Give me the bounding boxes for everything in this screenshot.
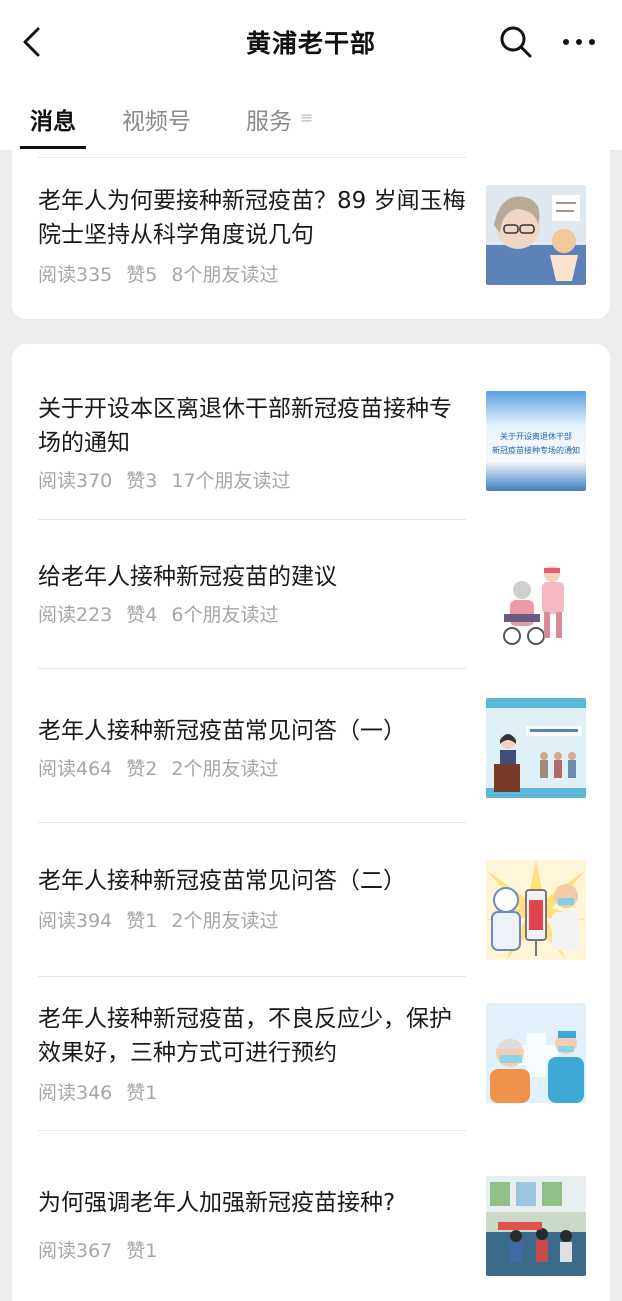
article-title: 老年人接种新冠疫苗，不良反应少，保护效果好，三种方式可进行预约	[38, 1006, 452, 1066]
active-tab-indicator	[20, 146, 86, 149]
read-count: 阅读464	[38, 758, 113, 780]
friends-read: 2个朋友读过	[171, 910, 279, 932]
article-stats: 阅读464 赞2 2个朋友读过	[38, 754, 292, 781]
more-dots-icon	[563, 39, 595, 45]
thumbnail-caption: 关于开设离退休干部	[500, 431, 572, 441]
divider	[38, 976, 466, 977]
like-count: 赞4	[126, 604, 158, 626]
article-thumbnail	[486, 1176, 586, 1276]
friends-read: 17个朋友读过	[171, 470, 291, 492]
tab-messages[interactable]: 消息	[30, 102, 76, 136]
message-card: 关于开设本区离退休干部新冠疫苗接种专场的通知 阅读370 赞3 17个朋友读过 关于…	[12, 344, 610, 1301]
read-count: 阅读335	[38, 264, 113, 286]
tab-services[interactable]: 服务	[246, 102, 292, 136]
friends-read: 2个朋友读过	[171, 758, 279, 780]
friends-read: 6个朋友读过	[171, 604, 279, 626]
read-count: 阅读367	[38, 1240, 113, 1262]
article-stats: 阅读394 赞1 2个朋友读过	[38, 906, 292, 933]
article-thumbnail	[486, 1003, 586, 1103]
read-count: 阅读223	[38, 604, 113, 626]
article-thumbnail	[486, 698, 586, 798]
article-title: 老年人接种新冠疫苗常见问答（二）	[38, 868, 406, 894]
divider	[38, 157, 466, 158]
search-button[interactable]	[498, 24, 534, 60]
article-title: 关于开设本区离退休干部新冠疫苗接种专场的通知	[38, 396, 452, 456]
thumbnail-caption: 新冠疫苗接种专场的通知	[492, 445, 580, 455]
divider	[38, 668, 466, 669]
read-count: 阅读394	[38, 910, 113, 932]
like-count: 赞3	[126, 470, 158, 492]
tab-channels[interactable]: 视频号	[122, 102, 191, 136]
like-count: 赞1	[126, 1082, 158, 1104]
article-stats: 阅读370 赞3 17个朋友读过	[38, 466, 305, 493]
like-count: 赞5	[126, 264, 158, 286]
article-thumbnail	[486, 860, 586, 960]
friends-read: 8个朋友读过	[171, 264, 279, 286]
search-icon	[500, 26, 532, 58]
article-thumbnail	[486, 185, 586, 285]
article-thumbnail	[486, 550, 586, 650]
like-count: 赞1	[126, 910, 158, 932]
article-title: 老年人接种新冠疫苗常见问答（一）	[38, 718, 406, 744]
article-stats: 阅读335 赞5 8个朋友读过	[38, 260, 292, 287]
like-count: 赞1	[126, 1240, 158, 1262]
more-button[interactable]	[560, 30, 600, 54]
divider	[38, 519, 466, 520]
article-stats: 阅读223 赞4 6个朋友读过	[38, 600, 292, 627]
article-title: 老年人为何要接种新冠疫苗？89 岁闻玉梅院士坚持从科学角度说几句	[38, 188, 466, 248]
tab-bar: 消息 视频号 服务 ≡	[0, 86, 622, 151]
read-count: 阅读346	[38, 1082, 113, 1104]
top-bar: 黄浦老干部	[0, 0, 622, 86]
like-count: 赞2	[126, 758, 158, 780]
message-card: 老年人为何要接种新冠疫苗？89 岁闻玉梅院士坚持从科学角度说几句 阅读335 赞5…	[12, 150, 610, 319]
article-title: 给老年人接种新冠疫苗的建议	[38, 564, 337, 590]
divider	[38, 822, 466, 823]
menu-icon[interactable]: ≡	[300, 108, 313, 127]
divider	[38, 1130, 466, 1131]
article-title: 为何强调老年人加强新冠疫苗接种?	[38, 1190, 396, 1216]
article-thumbnail: 关于开设离退休干部 新冠疫苗接种专场的通知	[486, 391, 586, 491]
article-stats: 阅读346 赞1	[38, 1078, 171, 1105]
read-count: 阅读370	[38, 470, 113, 492]
article-stats: 阅读367 赞1	[38, 1236, 171, 1263]
